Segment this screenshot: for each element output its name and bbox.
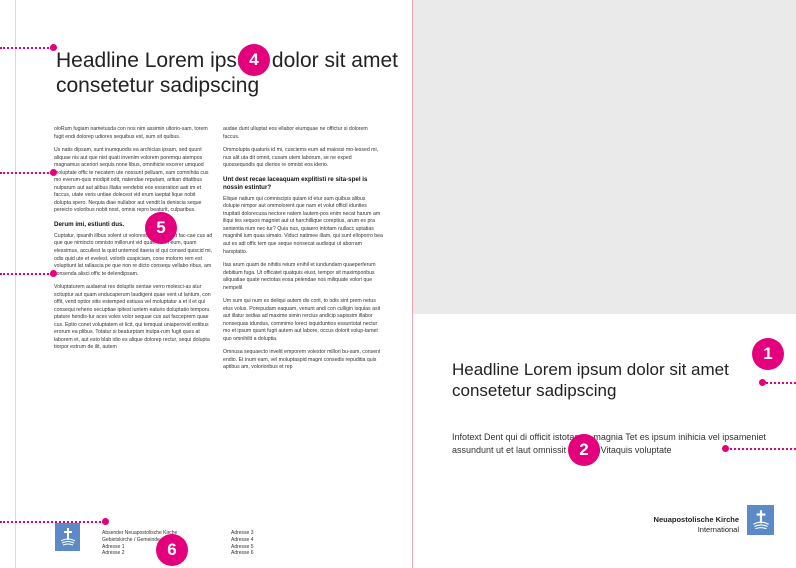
organization-name: Neuapostolische Kirche International xyxy=(603,515,739,535)
church-cross-logo-icon xyxy=(55,523,80,551)
marker-2: 2 xyxy=(568,434,600,466)
paragraph: Omnusa sequaecto invelit emporem volesto… xyxy=(223,349,381,371)
marker-6: 6 xyxy=(156,534,188,566)
paragraph: Ommolupta quaturis id mi, cusciems eum a… xyxy=(223,147,379,169)
paragraph: Um sum qui num es deliqui autem dis cori… xyxy=(223,298,381,342)
right-page: Headline Lorem ipsum dolor sit amet cons… xyxy=(413,0,796,568)
paragraph: Cuptatur, ipsanih illbus solent ut volor… xyxy=(54,232,213,277)
address-line: Adresse 5 xyxy=(231,543,254,550)
address-line: Adresse 4 xyxy=(231,536,254,543)
leader-line xyxy=(763,382,796,384)
marker-dot xyxy=(50,44,57,51)
marker-4: 4 xyxy=(238,44,270,76)
paragraph: Voluptaturem audaerat res doluptis senta… xyxy=(54,284,211,351)
marker-dot xyxy=(759,379,766,386)
left-column-2: audae dunt ulluptat eos ellabor eiumquae… xyxy=(223,126,383,378)
left-column-1: oloRum fugiam nametusda con nos nim assi… xyxy=(54,126,214,358)
leader-line xyxy=(0,273,52,275)
subheading: Derum imi, estiunti dus. xyxy=(54,220,125,228)
org-name: Neuapostolische Kirche xyxy=(653,515,739,524)
left-headline: Headline Lorem ipsum dolor sit amet cons… xyxy=(56,49,398,98)
marker-dot xyxy=(50,169,57,176)
marker-5: 5 xyxy=(145,212,177,244)
left-page: Headline Lorem ipsum dolor sit amet cons… xyxy=(15,0,412,568)
paragraph: oloRum fugiam nametusda con nos nim assi… xyxy=(54,126,208,140)
paragraph: Elique natium qui comniscipis quiam id e… xyxy=(223,195,383,255)
leader-line xyxy=(0,172,52,174)
image-placeholder xyxy=(413,0,796,314)
address-line: Adresse 3 xyxy=(231,530,254,536)
leader-line xyxy=(0,521,104,523)
subheading: Unt dest recae laceaquam explitisti re s… xyxy=(223,175,368,191)
leader-line xyxy=(726,448,796,450)
address-line: Adresse 6 xyxy=(231,550,254,557)
marker-dot xyxy=(722,445,729,452)
footer-address: Adresse 3 Adresse 4 Adresse 5 Adresse 6 xyxy=(231,530,291,557)
paragraph: Itas arum quam de nihitis reium enihil e… xyxy=(223,262,376,291)
marker-dot xyxy=(50,270,57,277)
right-headline: Headline Lorem ipsum dolor sit amet cons… xyxy=(452,360,729,401)
paragraph: audae dunt ulluptat eos ellabor eiumquae… xyxy=(223,126,368,140)
org-sub: International xyxy=(697,524,739,534)
leader-line xyxy=(0,47,52,49)
marker-1: 1 xyxy=(752,338,784,370)
paragraph: Us natis dipsam, sunt inumquodis ea arch… xyxy=(54,147,209,214)
church-cross-logo-icon xyxy=(747,505,774,535)
marker-dot xyxy=(102,518,109,525)
